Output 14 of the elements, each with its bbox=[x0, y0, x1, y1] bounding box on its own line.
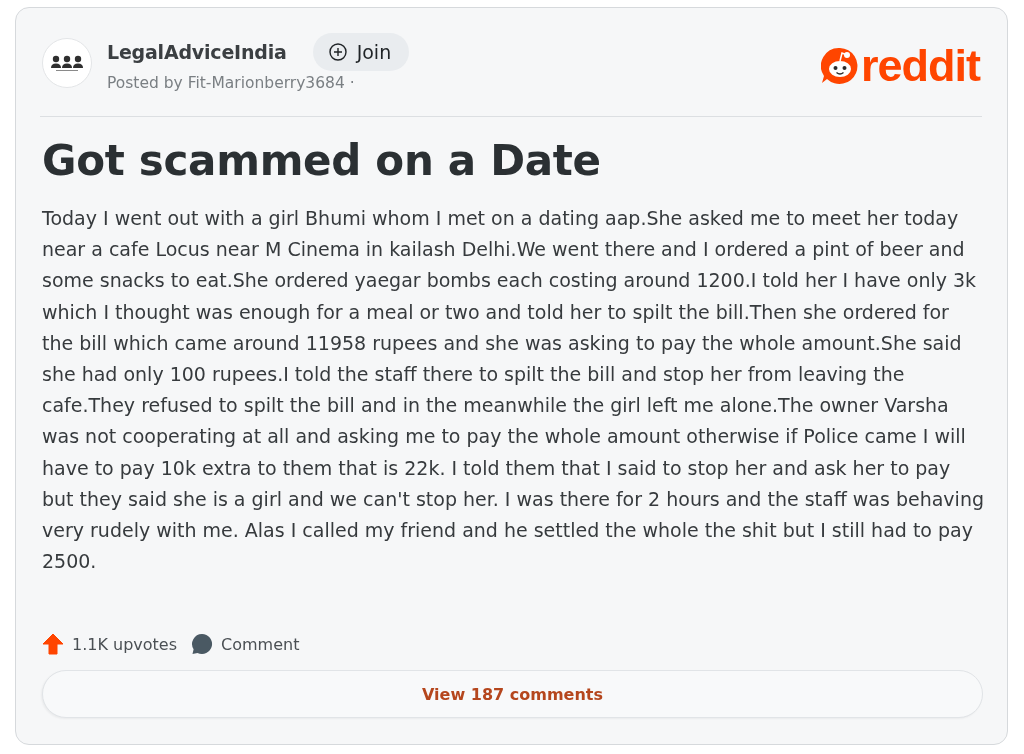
upvote-arrow-icon[interactable] bbox=[42, 633, 64, 656]
speech-bubble-icon bbox=[191, 633, 214, 656]
posted-by-text: Posted by Fit-Marionberry3684 · bbox=[107, 74, 356, 92]
post-body: Today I went out with a girl Bhumi whom I met on a dating aap.She asked me to meet her today near a cafe Locus near M Cinema in kailash Delhi.We went there and I ordered a pint of beer and some snacks to eat.She ordered yaegar bombs each costing around 1200.I told her I have only 3k which I thought was enough for a meal or two and told her to spilt the bill.Then she ordered for the bill which came around 11958 rupees and she was asking to pay the whole amount.She said she had only 100 rupees.I told the staff there to spilt the bill and stop her from leaving the cafe.They refused to spilt the bill and in the meanwhile the girl left me alone.The owner Varsha was not cooperating at all and asking me to pay the whole amount otherwise if Police came I will have to pay 10k extra to them that is 22k. I told them that I said to stop her and ask her to pay but they said she is a girl and we can't stop her. I was there for 2 hours and the staff was behaving very rudely with me. Alas I called my friend and he settled the whole the shit but I still had to pay 2500. bbox=[42, 206, 985, 575]
upvote-count: 1.1K upvotes bbox=[72, 634, 178, 654]
group-avatar-icon bbox=[42, 38, 92, 88]
view-comments-button[interactable]: View 187 comments bbox=[42, 670, 983, 719]
subreddit-name[interactable]: LegalAdviceIndia bbox=[107, 41, 287, 63]
alien-mascot-icon bbox=[821, 47, 859, 85]
reddit-wordmark: reddit bbox=[861, 46, 980, 86]
plus-circle-icon bbox=[328, 43, 347, 61]
comment-button[interactable]: Comment bbox=[191, 633, 300, 656]
post-title: Got scammed on a Date bbox=[42, 135, 602, 187]
join-button[interactable]: Join bbox=[312, 33, 410, 71]
